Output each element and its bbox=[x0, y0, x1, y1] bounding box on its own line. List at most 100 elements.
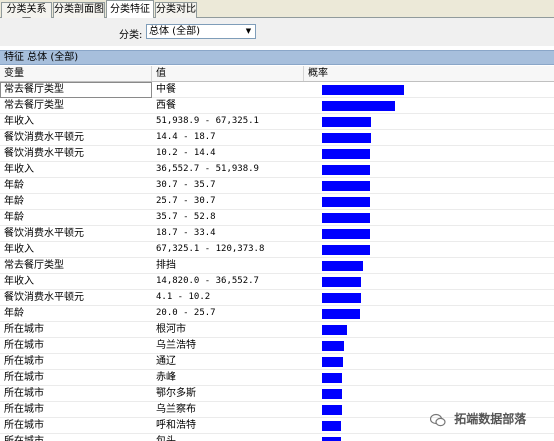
table-row[interactable]: 常去餐厅类型 西餐 bbox=[0, 98, 554, 114]
cell-variable: 餐饮消费水平顿元 bbox=[4, 148, 84, 159]
probability-bar bbox=[322, 293, 361, 303]
tab-cluster-characteristics[interactable]: 分类特征 bbox=[106, 0, 154, 19]
cell-value: 呼和浩特 bbox=[156, 420, 196, 431]
cell-value: 乌兰察布 bbox=[156, 404, 196, 415]
probability-bar bbox=[322, 165, 370, 175]
table-row[interactable]: 年收入 36,552.7 - 51,938.9 bbox=[0, 162, 554, 178]
table-row[interactable]: 年收入 51,938.9 - 67,325.1 bbox=[0, 114, 554, 130]
cell-value: 乌兰浩特 bbox=[156, 340, 196, 351]
column-header-probability[interactable]: 概率 bbox=[304, 66, 554, 81]
table-row[interactable]: 餐饮消费水平顿元 18.7 - 33.4 bbox=[0, 226, 554, 242]
cell-variable: 所在城市 bbox=[4, 404, 44, 415]
probability-bar bbox=[322, 213, 370, 223]
column-headers: 变量 值 概率 bbox=[0, 66, 554, 82]
probability-bar bbox=[322, 389, 342, 399]
cell-variable: 餐饮消费水平顿元 bbox=[4, 228, 84, 239]
cluster-filter-label: 分类: bbox=[119, 30, 143, 41]
column-header-value[interactable]: 值 bbox=[152, 66, 304, 81]
cell-variable: 所在城市 bbox=[4, 324, 44, 335]
table-row[interactable]: 所在城市包头 bbox=[0, 434, 554, 441]
probability-bar bbox=[322, 101, 395, 111]
table-row[interactable]: 所在城市 赤峰 bbox=[0, 370, 554, 386]
watermark-text: 拓端数据部落 bbox=[454, 412, 527, 426]
cell-value: 35.7 - 52.8 bbox=[156, 212, 216, 222]
cell-value: 18.7 - 33.4 bbox=[156, 228, 216, 238]
cell-value: 4.1 - 10.2 bbox=[156, 292, 211, 302]
table-row[interactable]: 餐饮消费水平顿元 14.4 - 18.7 bbox=[0, 130, 554, 146]
filter-bar: 分类: 总体 (全部) ▼ bbox=[0, 18, 554, 46]
cell-value: 14,820.0 - 36,552.7 bbox=[156, 276, 259, 286]
probability-bar bbox=[322, 405, 342, 415]
probability-bar bbox=[322, 261, 363, 271]
table-row[interactable]: 餐饮消费水平顿元 4.1 - 10.2 bbox=[0, 290, 554, 306]
cell-value: 20.0 - 25.7 bbox=[156, 308, 216, 318]
table-row[interactable]: 年收入 67,325.1 - 120,373.8 bbox=[0, 242, 554, 258]
cell-variable: 所在城市 bbox=[4, 420, 44, 431]
cell-value: 西餐 bbox=[156, 100, 176, 111]
cell-value: 25.7 - 30.7 bbox=[156, 196, 216, 206]
probability-bar bbox=[322, 229, 370, 239]
probability-bar bbox=[322, 245, 370, 255]
table-row[interactable]: 年龄 30.7 - 35.7 bbox=[0, 178, 554, 194]
tab-bar: 分类关系图 分类剖面图 分类特征 分类对比 bbox=[0, 0, 554, 29]
table-row[interactable]: 所在城市 根河市 bbox=[0, 322, 554, 338]
table-row[interactable]: 年收入 14,820.0 - 36,552.7 bbox=[0, 274, 554, 290]
cell-variable: 年收入 bbox=[4, 164, 34, 175]
probability-bar bbox=[322, 181, 370, 191]
table-row[interactable]: 所在城市 通辽 bbox=[0, 354, 554, 370]
table-row[interactable]: 所在城市 乌兰浩特 bbox=[0, 338, 554, 354]
cell-variable: 年龄 bbox=[4, 196, 24, 207]
cell-value: 67,325.1 - 120,373.8 bbox=[156, 244, 265, 254]
cell-value: 根河市 bbox=[156, 324, 186, 335]
cluster-select-value: 总体 (全部) bbox=[149, 26, 200, 37]
probability-bar bbox=[322, 149, 370, 159]
table-row[interactable]: 所在城市 鄂尔多斯 bbox=[0, 386, 554, 402]
cell-variable: 年龄 bbox=[4, 180, 24, 191]
table-row[interactable]: 年龄 20.0 - 25.7 bbox=[0, 306, 554, 322]
probability-bar bbox=[322, 309, 360, 319]
cell-variable: 年龄 bbox=[4, 212, 24, 223]
probability-bar bbox=[322, 373, 342, 383]
cell-value: 14.4 - 18.7 bbox=[156, 132, 216, 142]
cell-value: 通辽 bbox=[156, 356, 176, 367]
probability-bar bbox=[322, 197, 370, 207]
probability-bar bbox=[322, 85, 404, 95]
tab-cluster-profile[interactable]: 分类剖面图 bbox=[53, 2, 105, 18]
probability-bar bbox=[322, 325, 347, 335]
probability-bar bbox=[322, 421, 341, 431]
cell-variable: 所在城市 bbox=[4, 372, 44, 383]
cell-value: 10.2 - 14.4 bbox=[156, 148, 216, 158]
cell-variable: 年收入 bbox=[4, 116, 34, 127]
tab-cluster-diagram[interactable]: 分类关系图 bbox=[1, 2, 52, 29]
probability-bar bbox=[322, 357, 343, 367]
chevron-down-icon[interactable]: ▼ bbox=[243, 26, 254, 37]
cell-variable: 年收入 bbox=[4, 244, 34, 255]
cell-variable: 常去餐厅类型 bbox=[0, 82, 152, 98]
wechat-icon bbox=[430, 413, 446, 426]
section-header: 特征 总体 (全部) bbox=[0, 50, 554, 65]
probability-bar bbox=[322, 437, 341, 441]
column-header-variable[interactable]: 变量 bbox=[0, 66, 152, 81]
cell-variable: 年收入 bbox=[4, 276, 34, 287]
cell-value: 中餐 bbox=[156, 84, 176, 95]
cell-value: 51,938.9 - 67,325.1 bbox=[156, 116, 259, 126]
probability-bar bbox=[322, 117, 371, 127]
watermark: 拓端数据部落 bbox=[430, 407, 550, 431]
cell-variable: 年龄 bbox=[4, 308, 24, 319]
cell-value: 排挡 bbox=[156, 260, 176, 271]
cell-value: 赤峰 bbox=[156, 372, 176, 383]
table-row[interactable]: 餐饮消费水平顿元 10.2 - 14.4 bbox=[0, 146, 554, 162]
cell-value: 鄂尔多斯 bbox=[156, 388, 196, 399]
table-row[interactable]: 年龄 25.7 - 30.7 bbox=[0, 194, 554, 210]
table-row[interactable]: 年龄 35.7 - 52.8 bbox=[0, 210, 554, 226]
cell-value: 包头 bbox=[156, 434, 306, 441]
tab-cluster-compare[interactable]: 分类对比 bbox=[155, 2, 197, 18]
cell-variable: 所在城市 bbox=[0, 434, 152, 441]
table-row[interactable]: 常去餐厅类型 中餐 bbox=[0, 82, 554, 98]
cell-variable: 所在城市 bbox=[4, 388, 44, 399]
cell-variable: 常去餐厅类型 bbox=[4, 260, 64, 271]
probability-bar bbox=[322, 133, 371, 143]
cluster-select[interactable]: 总体 (全部) ▼ bbox=[146, 24, 256, 39]
table-row[interactable]: 常去餐厅类型 排挡 bbox=[0, 258, 554, 274]
cell-variable: 所在城市 bbox=[4, 356, 44, 367]
